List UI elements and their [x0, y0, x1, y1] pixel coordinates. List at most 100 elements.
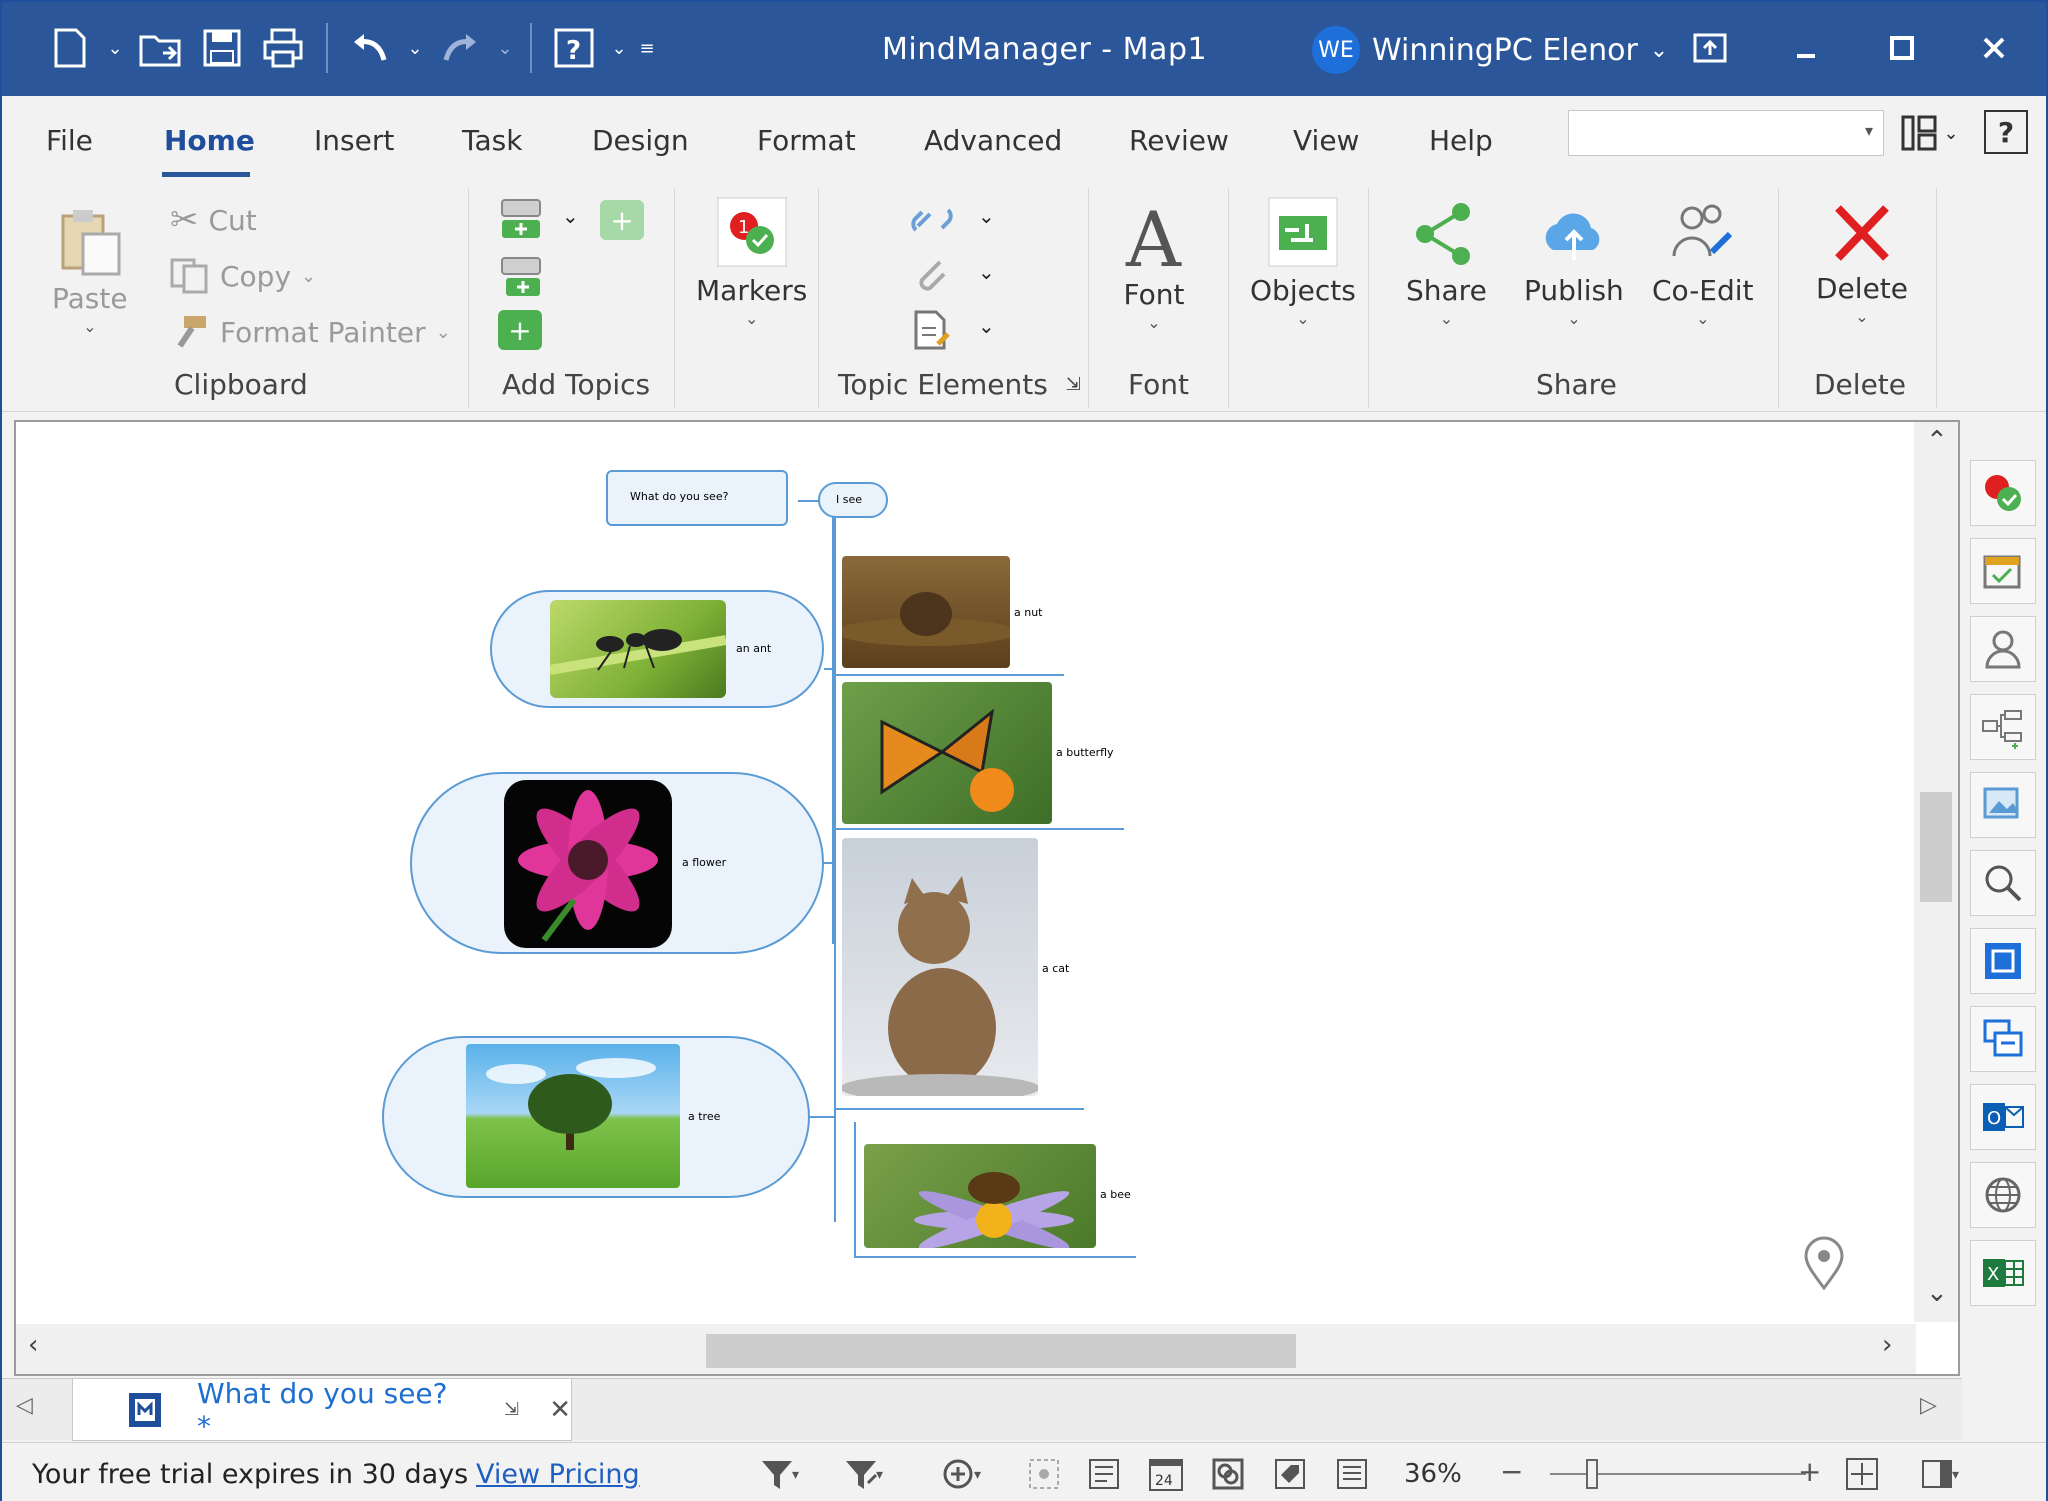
add-subtopic-button[interactable]	[498, 254, 544, 304]
scroll-left-icon[interactable]: ‹	[28, 1330, 38, 1360]
butterfly-photo[interactable]	[842, 682, 1052, 824]
topic-tree[interactable]: a tree	[382, 1036, 810, 1198]
hyperlink-button[interactable]	[910, 198, 954, 246]
minimize-icon[interactable]	[1774, 20, 1838, 76]
topic-ant[interactable]: an ant	[490, 590, 824, 708]
zoom-in-icon[interactable]: +	[1798, 1455, 1821, 1488]
dialog-launcher-icon[interactable]: ⇲	[1066, 374, 1081, 395]
save-icon[interactable]	[194, 20, 250, 76]
nut-photo[interactable]	[842, 556, 1010, 668]
vertical-scroll-thumb[interactable]	[1920, 792, 1952, 902]
markers-pane-icon[interactable]	[1970, 460, 2036, 526]
view-pricing-link[interactable]: View Pricing	[476, 1459, 640, 1490]
add-callout-icon[interactable]: +	[498, 310, 542, 350]
user-account[interactable]: WE WinningPC Elenor ⌄	[1312, 26, 1668, 74]
map-pin-icon[interactable]	[1802, 1236, 1846, 1296]
customize-toolbar-icon[interactable]: ≡	[636, 20, 658, 76]
tab-scroll-right-icon[interactable]: ▷	[1920, 1393, 1937, 1418]
help-button[interactable]: ?	[1984, 110, 2028, 154]
help-dropdown-icon[interactable]: ⌄	[608, 20, 630, 76]
horizontal-scroll-thumb[interactable]	[706, 1334, 1296, 1368]
map-index-icon[interactable]	[1970, 694, 2036, 760]
outlook-icon[interactable]: O	[1970, 1084, 2036, 1150]
co-edit-button[interactable]: Co-Edit ⌄	[1652, 200, 1754, 328]
search-icon[interactable]	[1970, 850, 2036, 916]
notes-button[interactable]	[910, 308, 954, 356]
add-topic-button[interactable]	[498, 196, 544, 246]
notes-view-icon[interactable]	[1332, 1455, 1372, 1493]
focus-topic-icon[interactable]	[1024, 1455, 1064, 1493]
filter-icon[interactable]: ▾	[760, 1455, 800, 1493]
central-topic[interactable]: What do you see?	[606, 470, 788, 526]
map-parts-icon[interactable]	[1970, 1006, 2036, 1072]
image-library-icon[interactable]	[1970, 772, 2036, 838]
vertical-scrollbar[interactable]: ⌃ ⌄	[1914, 422, 1958, 1322]
linked-maps-icon[interactable]	[1208, 1455, 1248, 1493]
zoom-out-icon[interactable]: −	[1500, 1455, 1523, 1488]
tag-icon[interactable]	[1270, 1455, 1310, 1493]
tab-insert[interactable]: Insert	[314, 124, 394, 157]
redo-dropdown-icon[interactable]: ⌄	[494, 20, 516, 76]
undo-dropdown-icon[interactable]: ⌄	[404, 20, 426, 76]
redo-icon[interactable]	[432, 20, 488, 76]
close-icon[interactable]	[1962, 20, 2026, 76]
close-tab-icon[interactable]: ✕	[549, 1395, 571, 1425]
ribbon-display-icon[interactable]	[1678, 20, 1742, 76]
resources-icon[interactable]	[1970, 616, 2036, 682]
maximize-icon[interactable]	[1870, 20, 1934, 76]
tab-file[interactable]: File	[46, 124, 93, 157]
tab-format[interactable]: Format	[757, 124, 856, 157]
topic-flower[interactable]: a flower	[410, 772, 824, 954]
tab-design[interactable]: Design	[592, 124, 689, 157]
copy-button[interactable]: Copy ⌄	[170, 258, 316, 294]
format-painter-button[interactable]: Format Painter ⌄	[170, 314, 451, 350]
task-pane-toggle-icon[interactable]: ▾	[1920, 1455, 1960, 1493]
scroll-down-icon[interactable]: ⌄	[1926, 1278, 1948, 1308]
new-dropdown-icon[interactable]: ⌄	[104, 20, 126, 76]
objects-button[interactable]: Objects ⌄	[1250, 196, 1356, 328]
filter-options-icon[interactable]: ▾	[844, 1455, 884, 1493]
markers-button[interactable]: 1 Markers ⌄	[696, 196, 807, 328]
undo-icon[interactable]	[342, 20, 398, 76]
calendar-icon[interactable]: 24	[1146, 1455, 1186, 1493]
new-document-icon[interactable]	[42, 20, 98, 76]
topic-nut-label[interactable]: a nut	[1014, 606, 1043, 619]
excel-icon[interactable]: X	[1970, 1240, 2036, 1306]
map-canvas[interactable]: What do you see? I see an ant a flower a…	[14, 420, 1960, 1376]
restore-tab-icon[interactable]: ⇲	[504, 1399, 519, 1420]
paste-button[interactable]: Paste ⌄	[52, 206, 128, 336]
font-button[interactable]: A Font ⌄	[1122, 200, 1186, 332]
chevron-down-icon[interactable]: ⌄	[978, 260, 995, 284]
scroll-up-icon[interactable]: ⌃	[1926, 426, 1948, 456]
help-icon[interactable]: ?	[546, 20, 602, 76]
topic-bee-label[interactable]: a bee	[1100, 1188, 1131, 1201]
print-icon[interactable]	[256, 20, 312, 76]
chevron-down-icon[interactable]: ⌄	[978, 204, 995, 228]
cut-button[interactable]: ✂ Cut	[170, 200, 257, 240]
cat-photo[interactable]	[842, 838, 1038, 1096]
open-folder-icon[interactable]	[132, 20, 188, 76]
search-input[interactable]: ▾	[1568, 110, 1884, 156]
scroll-right-icon[interactable]: ›	[1882, 1330, 1892, 1360]
tab-review[interactable]: Review	[1129, 124, 1229, 157]
publish-button[interactable]: Publish ⌄	[1524, 200, 1624, 328]
add-floating-topic-icon[interactable]: +	[600, 200, 644, 240]
horizontal-scrollbar[interactable]: ‹ ›	[16, 1324, 1916, 1374]
tab-scroll-left-icon[interactable]: ◁	[16, 1393, 33, 1418]
zoom-slider-thumb[interactable]	[1586, 1459, 1598, 1489]
ribbon-options-button[interactable]: ⌄	[1894, 110, 1964, 156]
chevron-down-icon[interactable]: ⌄	[562, 204, 579, 228]
zoom-slider[interactable]	[1550, 1459, 1806, 1489]
tab-view[interactable]: View	[1293, 124, 1359, 157]
chevron-down-icon[interactable]: ⌄	[978, 314, 995, 338]
attachment-button[interactable]	[910, 254, 954, 302]
fit-map-icon[interactable]	[1970, 928, 2036, 994]
tab-task[interactable]: Task	[462, 124, 522, 157]
topic-cat-label[interactable]: a cat	[1042, 962, 1069, 975]
delete-button[interactable]: Delete ⌄	[1816, 200, 1908, 326]
document-tab[interactable]: What do you see? * ⇲ ✕	[72, 1377, 572, 1443]
main-topic[interactable]: I see	[818, 482, 888, 518]
topic-butterfly-label[interactable]: a butterfly	[1056, 746, 1114, 759]
tab-help[interactable]: Help	[1429, 124, 1493, 157]
globe-icon[interactable]	[1970, 1162, 2036, 1228]
